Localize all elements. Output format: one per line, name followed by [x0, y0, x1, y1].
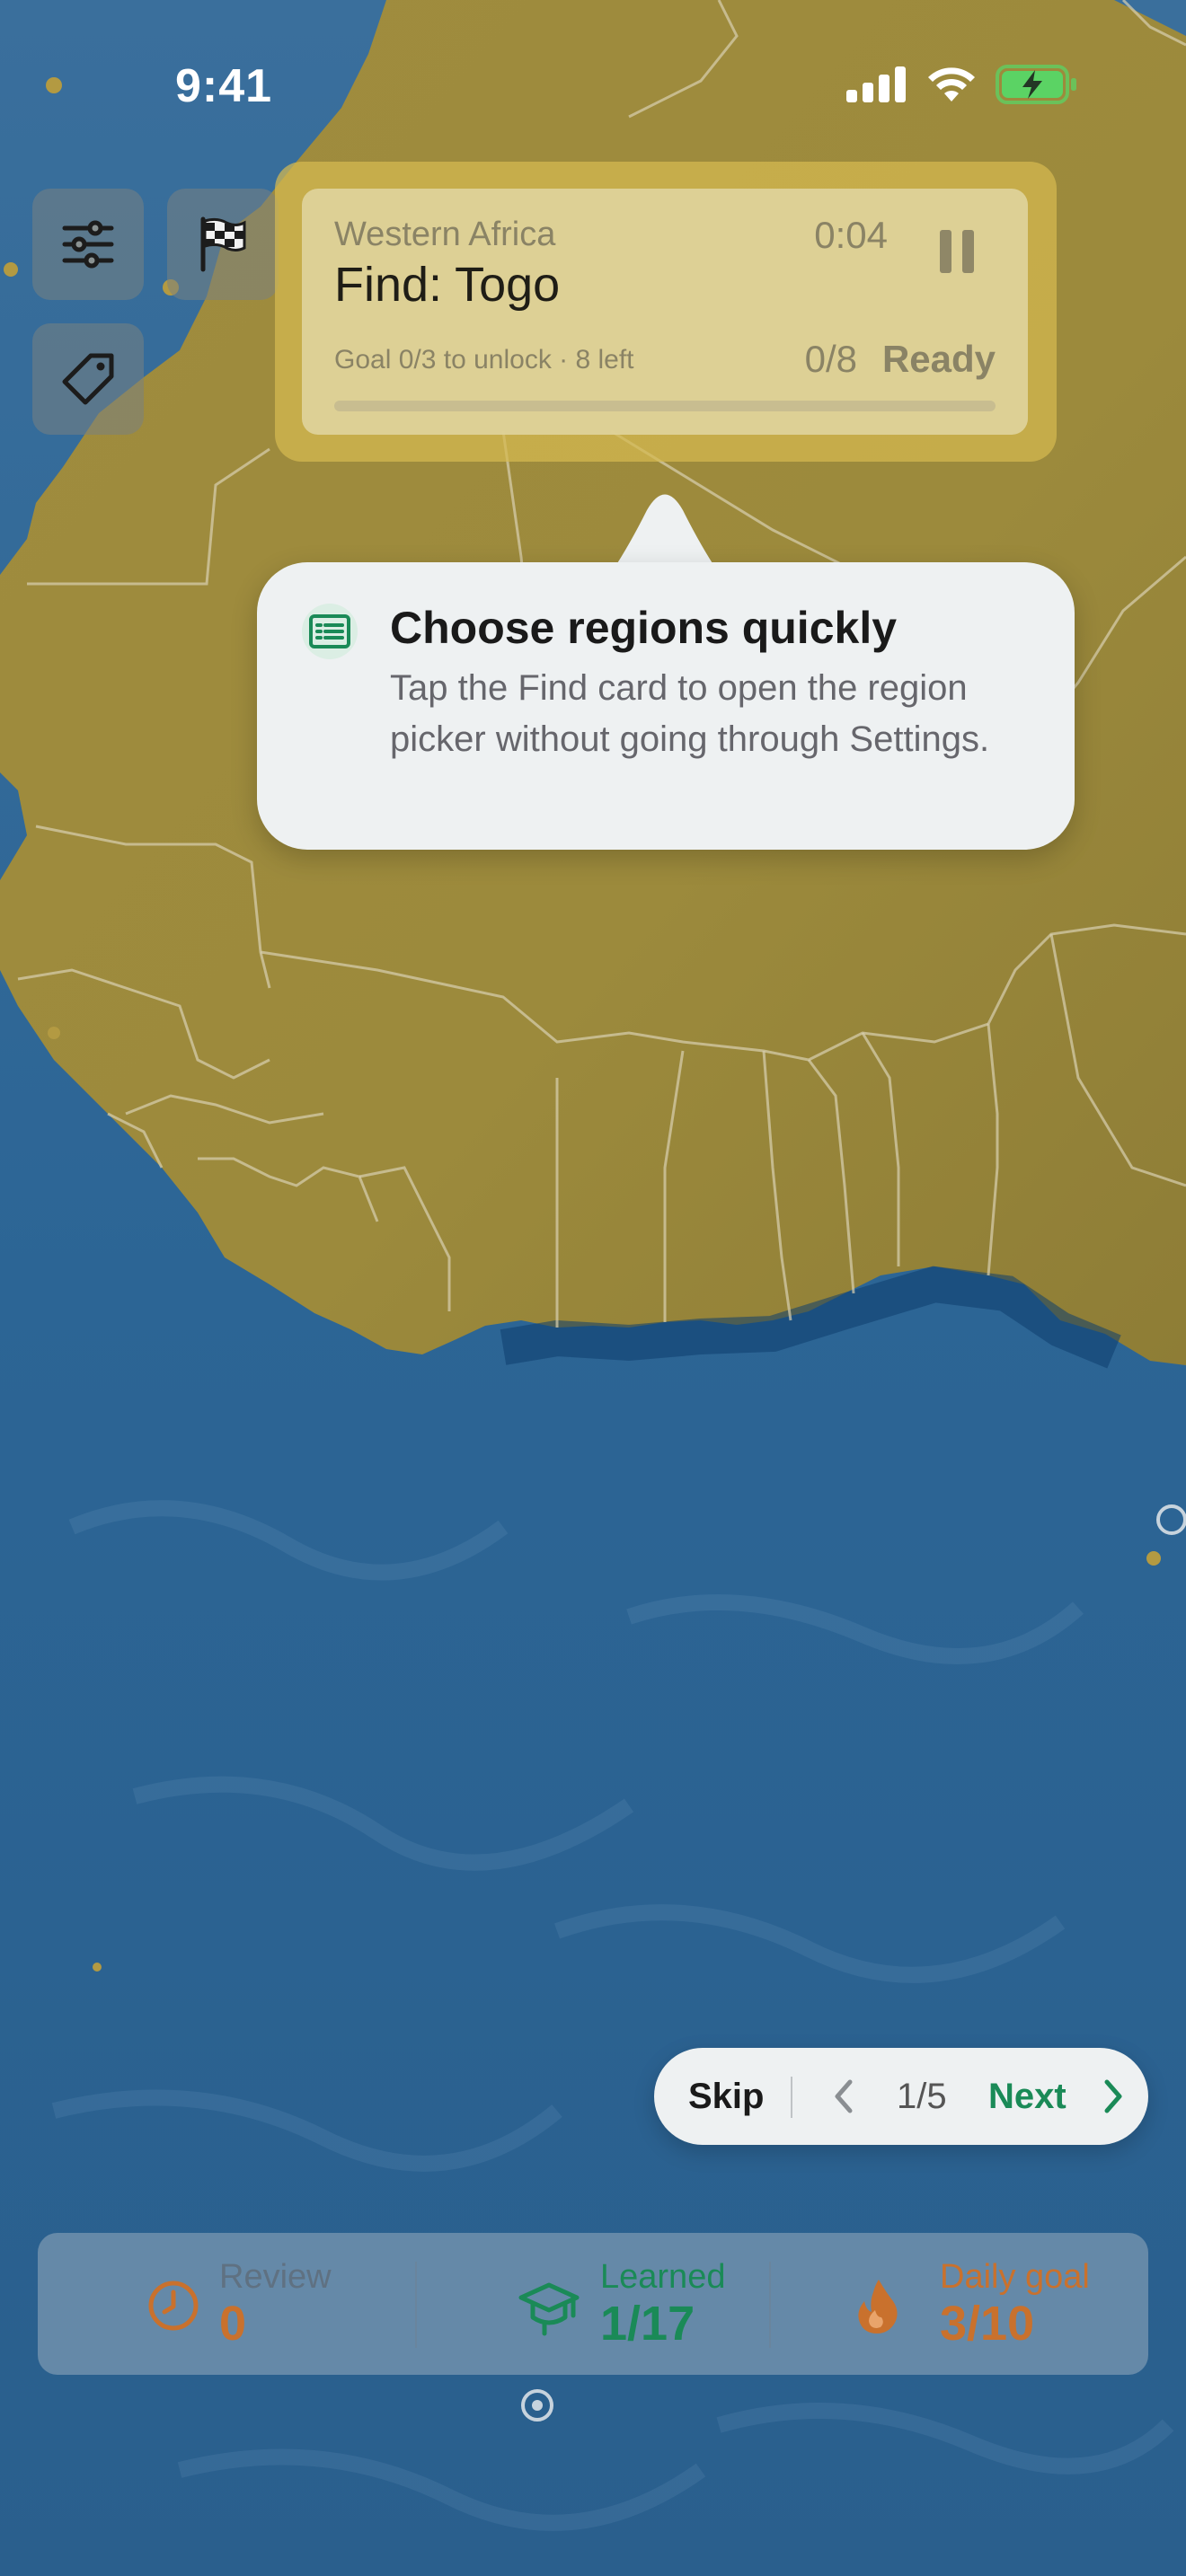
offscreen-marker-icon	[1156, 1504, 1186, 1535]
find-timer: 0:04	[814, 214, 888, 256]
coach-divider	[791, 2077, 792, 2118]
find-status: Ready	[881, 338, 996, 380]
pause-button[interactable]	[940, 230, 974, 273]
coach-navigation: Skip 1/5 Next	[654, 2048, 1148, 2145]
clock-icon	[148, 2280, 199, 2331]
find-goal-text: Goal 0/3 to unlock · 8 left	[334, 345, 634, 375]
sliders-icon	[62, 220, 114, 269]
stat-daily-goal-label: Daily goal	[940, 2258, 1090, 2296]
graduation-cap-icon	[518, 2282, 580, 2336]
tooltip-title: Choose regions quickly	[390, 603, 898, 653]
find-progress-bar	[334, 401, 996, 411]
tooltip-body: Tap the Find card to open the region pic…	[390, 668, 990, 759]
find-target-title: Find: Togo	[334, 258, 561, 312]
checkered-flag-icon	[200, 216, 246, 272]
stat-daily-goal[interactable]: Daily goal 3/10	[771, 2233, 1148, 2375]
status-icons	[846, 65, 1078, 104]
labels-button[interactable]	[32, 323, 144, 435]
status-time: 9:41	[175, 60, 273, 112]
cellular-signal-icon	[846, 66, 906, 102]
tooltip-arrow	[611, 494, 719, 573]
challenge-button[interactable]	[167, 189, 279, 300]
pause-icon	[940, 230, 951, 273]
chevron-right-icon[interactable]	[1087, 2071, 1137, 2122]
find-card[interactable]: Western Africa Find: Togo 0:04 Goal 0/3 …	[302, 189, 1028, 435]
chevron-left-icon	[835, 2079, 853, 2113]
coach-tooltip: Choose regions quickly Tap the Find card…	[257, 562, 1075, 850]
stats-bar: Review 0 Learned 1/17 Daily goal 3/10	[38, 2233, 1148, 2375]
list-card-icon	[302, 604, 358, 659]
next-button[interactable]: Next	[988, 2077, 1067, 2117]
stat-review[interactable]: Review 0	[38, 2233, 415, 2375]
stat-learned[interactable]: Learned 1/17	[417, 2233, 769, 2375]
skip-button[interactable]: Skip	[688, 2077, 764, 2117]
stat-review-label: Review	[219, 2258, 332, 2296]
flame-icon	[858, 2280, 898, 2333]
stat-learned-label: Learned	[600, 2258, 726, 2296]
wifi-icon	[928, 67, 975, 101]
coach-page-indicator: 1/5	[897, 2077, 947, 2116]
battery-charging-icon	[996, 65, 1076, 104]
find-count: 0/8	[804, 338, 857, 380]
tag-icon	[62, 353, 114, 405]
stat-learned-value: 1/17	[600, 2297, 695, 2351]
settings-button[interactable]	[32, 189, 144, 300]
stat-daily-goal-value: 3/10	[940, 2297, 1035, 2351]
location-indicator-icon[interactable]	[519, 2387, 555, 2423]
stat-review-value: 0	[219, 2297, 247, 2351]
previous-button[interactable]	[819, 2071, 870, 2122]
find-region: Western Africa	[334, 216, 556, 253]
